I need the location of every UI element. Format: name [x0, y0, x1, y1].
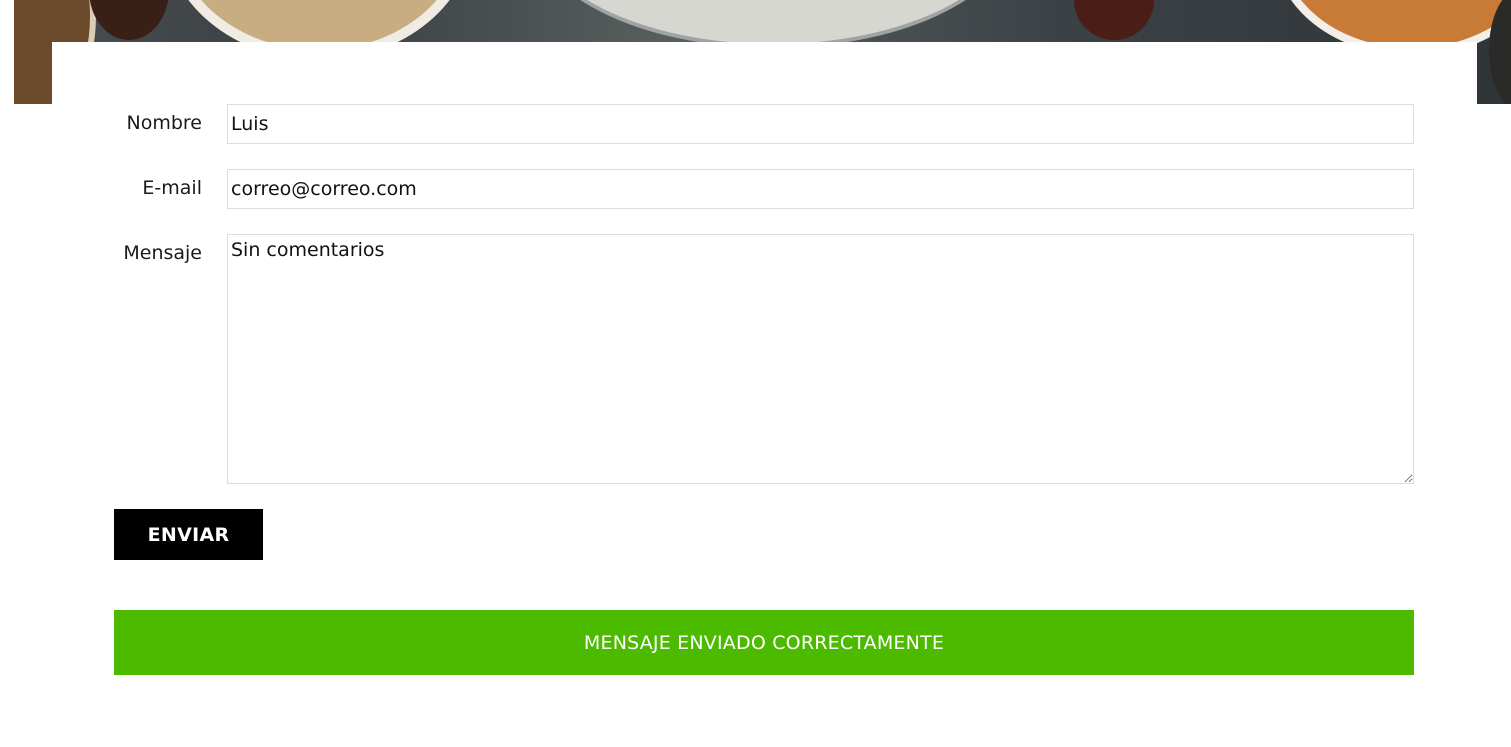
- plate-image: [529, 0, 1017, 48]
- name-input[interactable]: [227, 104, 1414, 144]
- contact-form-card: Nombre E-mail Mensaje Sin comentarios EN…: [52, 42, 1477, 747]
- message-label: Mensaje: [123, 242, 202, 264]
- success-alert: MENSAJE ENVIADO CORRECTAMENTE: [114, 610, 1414, 675]
- chocolate-image: [89, 0, 169, 40]
- message-textarea[interactable]: Sin comentarios: [227, 234, 1414, 484]
- email-input[interactable]: [227, 169, 1414, 209]
- chocolate-image: [1074, 0, 1154, 40]
- success-message: MENSAJE ENVIADO CORRECTAMENTE: [583, 631, 945, 654]
- name-label: Nombre: [126, 112, 203, 134]
- page: Nombre E-mail Mensaje Sin comentarios EN…: [0, 0, 1511, 747]
- email-label: E-mail: [142, 177, 202, 199]
- send-button[interactable]: ENVIAR: [114, 509, 263, 560]
